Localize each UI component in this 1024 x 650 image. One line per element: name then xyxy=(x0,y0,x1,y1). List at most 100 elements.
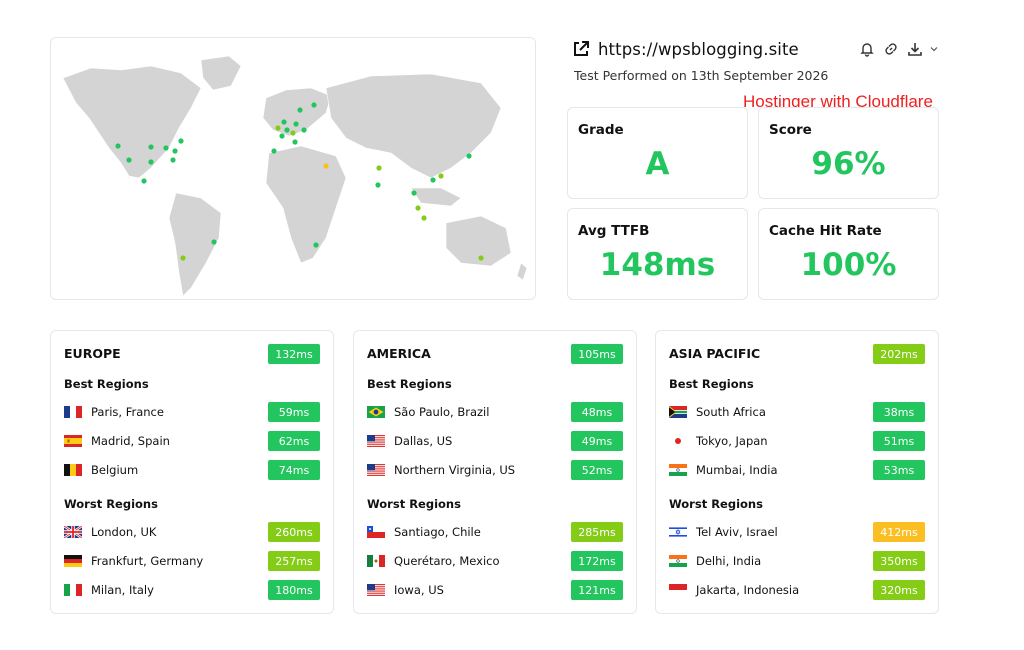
link-icon[interactable] xyxy=(882,40,900,58)
region-name: Milan, Italy xyxy=(91,583,154,597)
map-dot xyxy=(275,125,281,131)
external-link-icon[interactable] xyxy=(572,40,590,58)
latency-badge: 51ms xyxy=(873,431,925,451)
latency-badge: 62ms xyxy=(268,431,320,451)
score-card: Score 96% xyxy=(758,107,939,199)
region-name: Mumbai, India xyxy=(696,463,778,477)
south-america-shape xyxy=(168,192,222,297)
mx-flag-icon xyxy=(367,555,385,567)
region-title: ASIA PACIFIC xyxy=(669,346,761,361)
us-flag-icon xyxy=(367,435,385,447)
es-flag-icon xyxy=(64,435,82,447)
region-name: Delhi, India xyxy=(696,554,762,568)
region-row: Madrid, Spain 62ms xyxy=(64,431,320,451)
latency-badge: 412ms xyxy=(873,522,925,542)
latency-badge: 74ms xyxy=(268,460,320,480)
worst-regions-heading: Worst Regions xyxy=(669,497,763,511)
region-name: Northern Virginia, US xyxy=(394,463,516,477)
fr-flag-icon xyxy=(64,406,82,418)
cache-hit-rate-card: Cache Hit Rate 100% xyxy=(758,208,939,300)
map-dot xyxy=(141,178,147,184)
de-flag-icon xyxy=(64,555,82,567)
latency-badge: 257ms xyxy=(268,551,320,571)
africa-shape xyxy=(265,145,347,264)
map-dot xyxy=(172,148,178,154)
region-name: Paris, France xyxy=(91,405,164,419)
map-dot xyxy=(281,119,287,125)
region-title: EUROPE xyxy=(64,346,121,361)
region-row: Northern Virginia, US 52ms xyxy=(367,460,623,480)
world-map[interactable] xyxy=(50,37,536,300)
region-row: São Paulo, Brazil 48ms xyxy=(367,402,623,422)
region-row: Milan, Italy 180ms xyxy=(64,580,320,600)
region-row: South Africa 38ms xyxy=(669,402,925,422)
map-dot xyxy=(279,133,285,139)
latency-badge: 320ms xyxy=(873,580,925,600)
region-card-asia-pacific: ASIA PACIFIC 202ms Best Regions South Afri… xyxy=(655,330,939,614)
map-dot xyxy=(376,165,382,171)
map-dot xyxy=(293,121,299,127)
region-name: São Paulo, Brazil xyxy=(394,405,490,419)
map-dot xyxy=(323,163,329,169)
latency-badge: 260ms xyxy=(268,522,320,542)
region-title: AMERICA xyxy=(367,346,431,361)
za-flag-icon xyxy=(669,406,687,418)
region-name: Belgium xyxy=(91,463,139,477)
latency-badge: 52ms xyxy=(571,460,623,480)
map-dot xyxy=(271,148,277,154)
latency-badge: 59ms xyxy=(268,402,320,422)
map-dot xyxy=(290,130,296,136)
latency-badge: 38ms xyxy=(873,402,925,422)
region-row: Belgium 74ms xyxy=(64,460,320,480)
download-icon[interactable] xyxy=(906,40,924,58)
test-date: Test Performed on 13th September 2026 xyxy=(574,68,829,83)
metric-label: Grade xyxy=(578,122,624,138)
it-flag-icon xyxy=(64,584,82,596)
region-name: Tokyo, Japan xyxy=(696,434,768,448)
il-flag-icon xyxy=(669,526,687,538)
latency-badge: 180ms xyxy=(268,580,320,600)
region-row: Frankfurt, Germany 257ms xyxy=(64,551,320,571)
be-flag-icon xyxy=(64,464,82,476)
map-dot xyxy=(126,157,132,163)
map-dot xyxy=(311,102,317,108)
map-dot xyxy=(415,205,421,211)
latency-badge: 350ms xyxy=(873,551,925,571)
region-card-europe: EUROPE 132ms Best Regions Paris, France 59… xyxy=(50,330,334,614)
map-dot xyxy=(148,159,154,165)
bell-icon[interactable] xyxy=(858,40,876,58)
us-flag-icon xyxy=(367,464,385,476)
region-row: Jakarta, Indonesia 320ms xyxy=(669,580,925,600)
map-dot xyxy=(178,138,184,144)
latency-badge: 285ms xyxy=(571,522,623,542)
region-name: Tel Aviv, Israel xyxy=(696,525,778,539)
map-dot xyxy=(478,255,484,261)
chevron-down-icon[interactable] xyxy=(930,40,938,58)
metric-value: 96% xyxy=(811,146,886,182)
map-dot xyxy=(313,242,319,248)
latency-badge: 49ms xyxy=(571,431,623,451)
map-dot xyxy=(115,143,121,149)
map-dot xyxy=(411,190,417,196)
us-flag-icon xyxy=(367,584,385,596)
map-dot xyxy=(211,239,217,245)
region-name: Santiago, Chile xyxy=(394,525,481,539)
region-latency-badge: 105ms xyxy=(571,344,623,364)
in-flag-icon xyxy=(669,464,687,476)
region-row: Mumbai, India 53ms xyxy=(669,460,925,480)
best-regions-heading: Best Regions xyxy=(669,377,754,391)
latency-badge: 172ms xyxy=(571,551,623,571)
avg-ttfb-card: Avg TTFB 148ms xyxy=(567,208,748,300)
region-name: London, UK xyxy=(91,525,157,539)
site-url[interactable]: https://wpsblogging.site xyxy=(598,40,799,59)
region-card-america: AMERICA 105ms Best Regions São Paulo, Braz… xyxy=(353,330,637,614)
region-name: Frankfurt, Germany xyxy=(91,554,204,568)
map-dot xyxy=(438,173,444,179)
map-dot xyxy=(466,153,472,159)
map-dot xyxy=(180,255,186,261)
br-flag-icon xyxy=(367,406,385,418)
map-dot xyxy=(430,177,436,183)
region-name: Querétaro, Mexico xyxy=(394,554,500,568)
metric-label: Cache Hit Rate xyxy=(769,223,882,239)
region-row: Paris, France 59ms xyxy=(64,402,320,422)
